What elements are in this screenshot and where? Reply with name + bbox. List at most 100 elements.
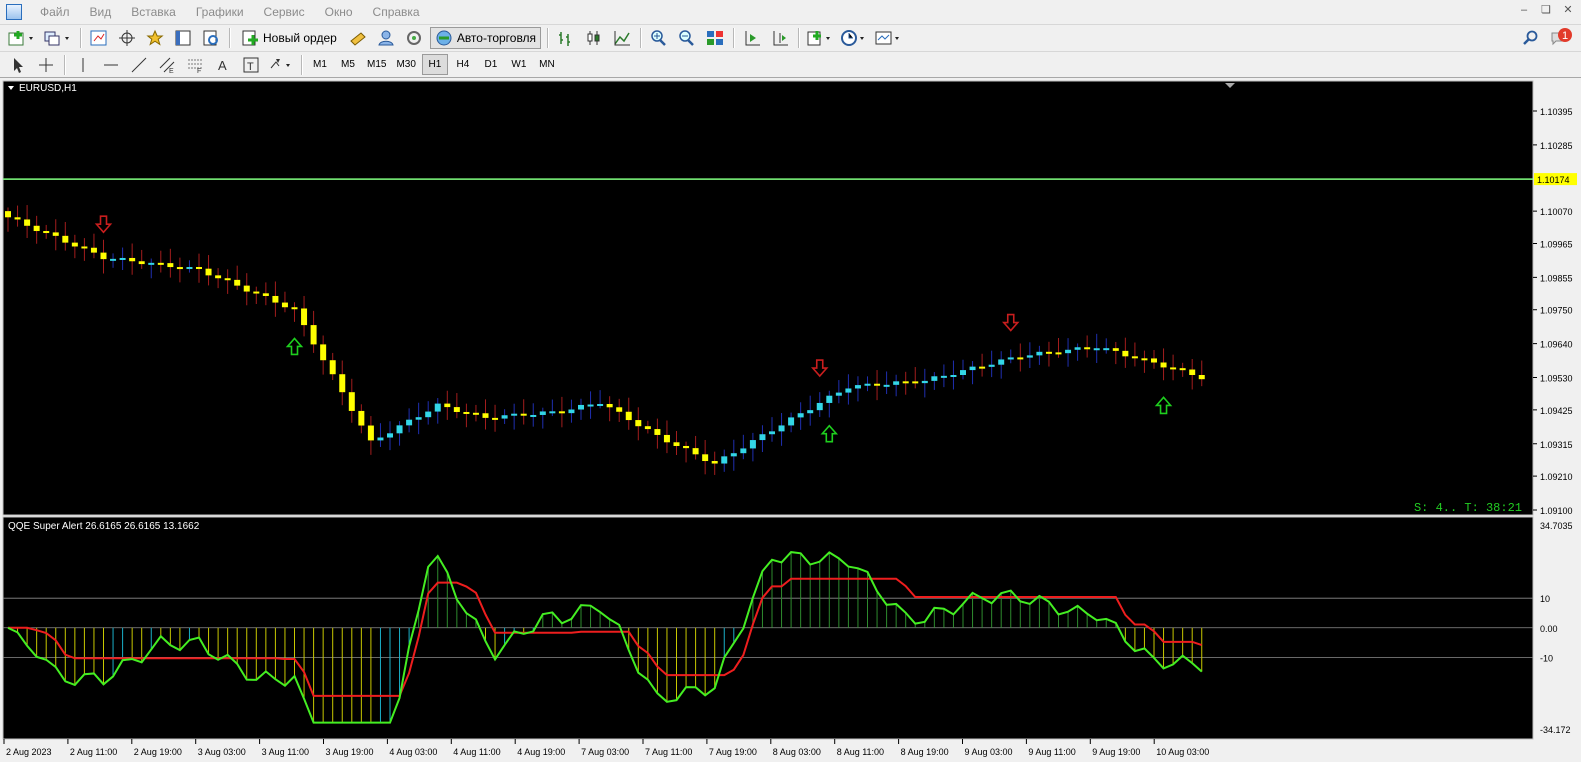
- indicators-button[interactable]: [805, 27, 835, 49]
- bear-candle: [1112, 348, 1119, 351]
- search-icon[interactable]: [1523, 30, 1539, 46]
- menu-charts[interactable]: Графики: [186, 0, 254, 24]
- navigator-star-icon: [146, 29, 164, 46]
- candlestick-button[interactable]: [582, 27, 606, 49]
- price-tick-label: 1.09750: [1540, 306, 1573, 316]
- metaeditor-button[interactable]: [346, 27, 370, 49]
- bull-candle: [759, 434, 766, 441]
- bull-candle: [387, 433, 393, 438]
- auto-trading-label: Авто-торговля: [456, 31, 537, 45]
- auto-scroll-button[interactable]: [740, 27, 764, 49]
- trendline-icon: [131, 57, 147, 72]
- fibonacci-button[interactable]: F: [183, 54, 207, 76]
- new-order-button[interactable]: Новый ордер: [236, 27, 342, 49]
- cursor-tool-button[interactable]: [6, 54, 30, 76]
- bull-candle: [835, 392, 842, 396]
- bear-candle: [176, 267, 183, 270]
- bear-candle: [33, 225, 40, 232]
- zoom-out-button[interactable]: [675, 27, 699, 49]
- crosshair-tool-button[interactable]: [34, 54, 58, 76]
- timeframe-m15[interactable]: M15: [363, 54, 390, 75]
- timeframe-mn[interactable]: MN: [534, 54, 560, 75]
- bear-candle: [463, 411, 470, 414]
- window-controls: – ❏ ✕: [1517, 3, 1575, 17]
- timeframe-h4[interactable]: H4: [450, 54, 476, 75]
- bear-candle: [1141, 358, 1148, 361]
- chart-canvas[interactable]: 1.10395 1.10285 1.10070 1.09965 1.09855 1.097…: [0, 79, 1581, 762]
- tile-windows-button[interactable]: [703, 27, 727, 49]
- text-tool-button[interactable]: A: [211, 54, 235, 76]
- market-watch-button[interactable]: [87, 27, 111, 49]
- zoom-in-button[interactable]: [647, 27, 671, 49]
- chart-shift-button[interactable]: [768, 27, 792, 49]
- close-icon[interactable]: ✕: [1561, 3, 1575, 17]
- notifications-icon[interactable]: 1: [1549, 27, 1573, 49]
- bear-candle: [874, 383, 881, 386]
- line-chart-button[interactable]: [610, 27, 634, 49]
- timeframe-m30[interactable]: M30: [392, 54, 419, 75]
- symbol-label: EURUSD,H1: [19, 83, 77, 94]
- bull-candle: [1093, 348, 1100, 351]
- arrows-button[interactable]: [267, 54, 295, 76]
- timeframe-m1[interactable]: M1: [307, 54, 333, 75]
- strategy-tester-icon: [203, 30, 218, 46]
- menu-tools[interactable]: Сервис: [254, 0, 315, 24]
- bull-candle: [893, 381, 900, 385]
- text-label-button[interactable]: T: [239, 54, 263, 76]
- timeframe-h1[interactable]: H1: [421, 54, 448, 75]
- periods-button[interactable]: [839, 27, 869, 49]
- bear-candle: [43, 231, 50, 234]
- timer-readout: S: 4.. T: 38:21: [1414, 501, 1522, 515]
- navigator-button[interactable]: [143, 27, 167, 49]
- minimize-icon[interactable]: –: [1517, 3, 1531, 17]
- zoom-in-icon: [651, 30, 666, 46]
- timeframe-w1[interactable]: W1: [506, 54, 532, 75]
- vertical-line-button[interactable]: [71, 54, 95, 76]
- bull-candle: [148, 262, 155, 265]
- svg-text:F: F: [197, 68, 201, 74]
- bear-candle: [472, 412, 479, 415]
- new-chart-button[interactable]: [6, 27, 38, 49]
- signals-user-icon: [378, 30, 394, 46]
- channel-button[interactable]: E: [155, 54, 179, 76]
- bear-candle: [205, 268, 212, 276]
- market-watch-icon: [90, 30, 107, 46]
- trendline-button[interactable]: [127, 54, 151, 76]
- time-tick-label: 4 Aug 03:00: [389, 747, 437, 757]
- menu-view[interactable]: Вид: [80, 0, 122, 24]
- menu-file[interactable]: Файл: [30, 0, 80, 24]
- signals-button[interactable]: [374, 27, 398, 49]
- bear-candle: [635, 420, 642, 427]
- menu-insert[interactable]: Вставка: [121, 0, 186, 24]
- time-tick-label: 2 Aug 11:00: [70, 747, 117, 757]
- restore-icon[interactable]: ❏: [1539, 3, 1553, 17]
- time-tick-label: 10 Aug 03:00: [1156, 747, 1209, 757]
- menu-window[interactable]: Окно: [315, 0, 363, 24]
- tester-button[interactable]: [199, 27, 223, 49]
- profiles-button[interactable]: [42, 27, 74, 49]
- timeframe-m5[interactable]: M5: [335, 54, 361, 75]
- price-tick-label: 1.10395: [1540, 107, 1573, 117]
- market-button[interactable]: [402, 27, 426, 49]
- chart-window[interactable]: 1.10395 1.10285 1.10070 1.09965 1.09855 1.097…: [0, 79, 1581, 762]
- timeframe-d1[interactable]: D1: [478, 54, 504, 75]
- bear-candle: [320, 344, 327, 361]
- menu-bar: Файл Вид Вставка Графики Сервис Окно Спр…: [0, 0, 1581, 24]
- terminal-button[interactable]: [171, 27, 195, 49]
- menu-help[interactable]: Справка: [363, 0, 430, 24]
- toolbar-separator: [229, 28, 230, 48]
- bear-candle: [482, 413, 489, 418]
- price-tick-label: 1.09965: [1540, 239, 1573, 249]
- clock-icon: [841, 30, 865, 46]
- bear-candle: [558, 411, 565, 414]
- time-tick-label: 4 Aug 11:00: [453, 747, 500, 757]
- data-window-button[interactable]: [115, 27, 139, 49]
- bear-candle: [663, 434, 670, 443]
- bar-chart-button[interactable]: [554, 27, 578, 49]
- arrows-shapes-icon: [270, 58, 290, 68]
- auto-trading-button[interactable]: Авто-торговля: [429, 27, 542, 49]
- templates-button[interactable]: [873, 27, 903, 49]
- time-tick-label: 3 Aug 11:00: [262, 747, 309, 757]
- app-icon[interactable]: [6, 4, 22, 20]
- horizontal-line-button[interactable]: [99, 54, 123, 76]
